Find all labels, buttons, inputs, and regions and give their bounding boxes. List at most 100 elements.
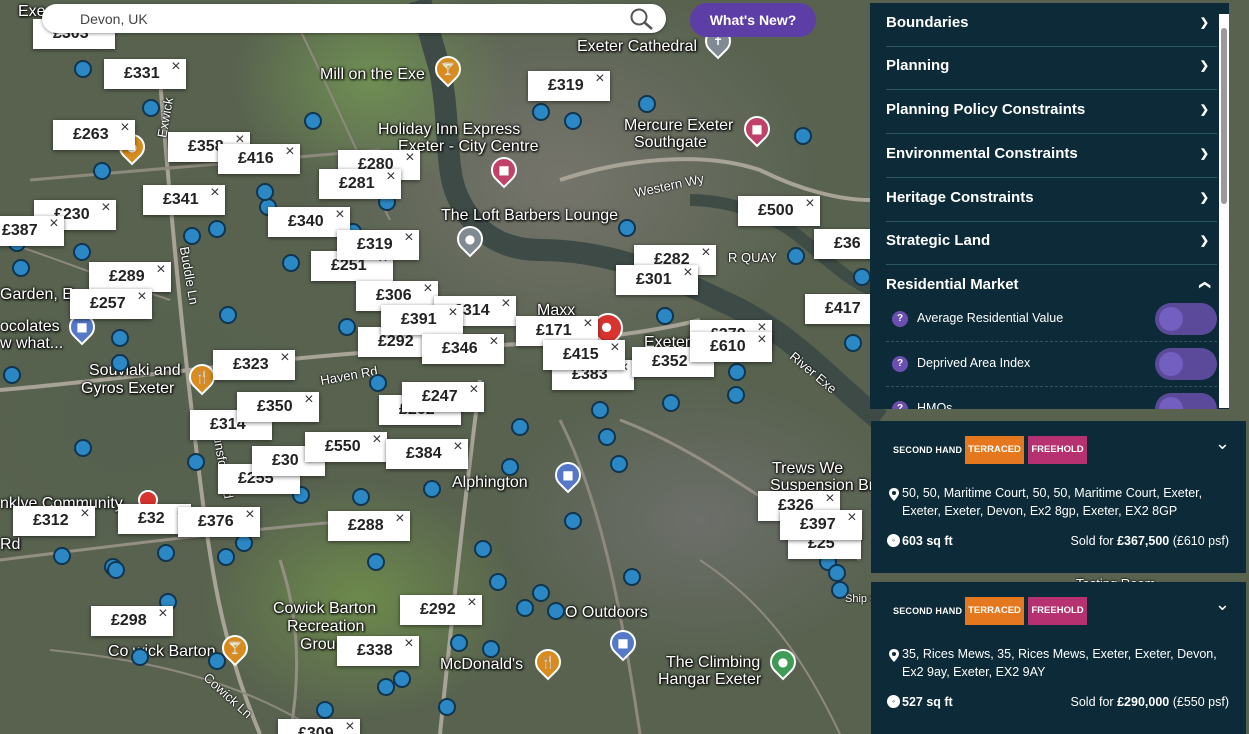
property-marker[interactable] [489, 573, 507, 591]
close-icon[interactable]: × [683, 258, 692, 288]
property-marker[interactable] [532, 103, 550, 121]
help-icon[interactable]: ? [892, 311, 908, 327]
property-marker[interactable] [794, 127, 812, 145]
price-label[interactable]: £415 × [543, 339, 625, 370]
property-marker[interactable] [3, 366, 21, 384]
close-icon[interactable]: × [280, 343, 289, 373]
property-marker[interactable] [482, 640, 500, 658]
close-icon[interactable]: × [210, 178, 219, 208]
price-label[interactable]: £387 × [0, 215, 64, 246]
property-marker[interactable] [369, 374, 387, 392]
close-icon[interactable]: × [49, 209, 58, 239]
property-marker[interactable] [618, 219, 636, 237]
price-label[interactable]: £319 × [337, 229, 419, 260]
layer-section-planning-policy[interactable]: Planning Policy Constraints ❯ [886, 90, 1217, 134]
close-icon[interactable]: × [158, 599, 167, 629]
layer-section-boundaries[interactable]: Boundaries ❯ [886, 3, 1217, 47]
property-marker[interactable] [208, 652, 226, 670]
price-label[interactable]: £331 × [104, 58, 186, 89]
property-marker[interactable] [12, 259, 30, 277]
property-marker[interactable] [217, 548, 235, 566]
property-marker[interactable] [107, 561, 125, 579]
property-card[interactable]: SECOND HAND TERRACED FREEHOLD ⌄ 35, Rice… [871, 582, 1246, 734]
price-label[interactable]: £397 × [780, 509, 862, 540]
property-marker[interactable] [187, 453, 205, 471]
layers-scrollbar-thumb[interactable] [1221, 28, 1227, 204]
property-marker[interactable] [111, 329, 129, 347]
close-icon[interactable]: × [448, 298, 457, 328]
help-icon[interactable]: ? [892, 401, 908, 409]
property-marker[interactable] [516, 599, 534, 617]
price-label[interactable]: £391 × [381, 304, 463, 335]
close-icon[interactable]: × [757, 325, 766, 355]
property-marker[interactable] [338, 318, 356, 336]
close-icon[interactable]: × [120, 113, 129, 143]
property-marker[interactable] [282, 254, 300, 272]
property-marker[interactable] [564, 512, 582, 530]
property-marker[interactable] [93, 162, 111, 180]
property-marker[interactable] [853, 268, 871, 286]
property-marker[interactable] [111, 354, 129, 372]
price-label[interactable]: £263 × [53, 119, 135, 150]
property-marker[interactable] [131, 648, 149, 666]
close-icon[interactable]: × [610, 333, 619, 363]
property-marker[interactable] [73, 243, 91, 261]
property-marker[interactable] [256, 183, 274, 201]
average-residential-value-toggle[interactable] [1155, 303, 1217, 335]
price-label[interactable]: £281 × [319, 168, 401, 199]
price-label[interactable]: £319 × [528, 70, 610, 101]
property-marker[interactable] [393, 670, 411, 688]
property-marker[interactable] [547, 602, 565, 620]
price-label[interactable]: £289 × [89, 261, 171, 292]
close-icon[interactable]: × [467, 588, 476, 618]
price-label[interactable]: £341 × [143, 184, 225, 215]
price-label[interactable]: £338 × [337, 635, 419, 666]
close-icon[interactable]: × [805, 189, 814, 219]
price-label[interactable]: £247 × [402, 381, 484, 412]
property-marker[interactable] [142, 99, 160, 117]
price-label[interactable]: £309 × [278, 718, 360, 734]
close-icon[interactable]: × [469, 375, 478, 405]
property-marker[interactable] [501, 458, 519, 476]
close-icon[interactable]: × [345, 712, 354, 734]
property-marker[interactable] [787, 247, 805, 265]
property-card[interactable]: SECOND HAND TERRACED FREEHOLD ⌄ 50, 50, … [871, 421, 1246, 573]
property-marker[interactable] [74, 439, 92, 457]
help-icon[interactable]: ? [892, 356, 908, 372]
price-label[interactable]: £550 × [305, 431, 387, 462]
close-icon[interactable]: × [701, 238, 710, 268]
property-marker[interactable] [423, 480, 441, 498]
hmos-toggle[interactable] [1155, 393, 1217, 409]
property-marker[interactable] [532, 584, 550, 602]
property-marker[interactable] [564, 112, 582, 130]
layer-section-planning[interactable]: Planning ❯ [886, 46, 1217, 90]
price-label[interactable]: £298 × [91, 605, 173, 636]
close-icon[interactable]: × [245, 500, 254, 530]
close-icon[interactable]: × [304, 385, 313, 415]
property-marker[interactable] [157, 544, 175, 562]
layer-section-environmental[interactable]: Environmental Constraints ❯ [886, 134, 1217, 178]
price-label[interactable]: £346 × [422, 333, 504, 364]
property-marker[interactable] [450, 634, 468, 652]
property-marker[interactable] [511, 418, 529, 436]
property-marker[interactable] [219, 306, 237, 324]
property-marker[interactable] [598, 428, 616, 446]
chevron-down-icon[interactable]: ⌄ [1215, 594, 1230, 615]
property-marker[interactable] [438, 698, 456, 716]
price-label[interactable]: £610 × [690, 331, 772, 362]
property-marker[interactable] [474, 540, 492, 558]
property-marker[interactable] [728, 363, 746, 381]
deprived-area-index-toggle[interactable] [1155, 348, 1217, 380]
close-icon[interactable]: × [285, 137, 294, 167]
close-icon[interactable]: × [595, 64, 604, 94]
close-icon[interactable]: × [583, 309, 592, 339]
layer-section-strategic-land[interactable]: Strategic Land ❯ [886, 221, 1217, 265]
close-icon[interactable]: × [101, 193, 110, 223]
close-icon[interactable]: × [404, 629, 413, 659]
property-marker[interactable] [352, 488, 370, 506]
property-marker[interactable] [316, 701, 334, 719]
close-icon[interactable]: × [501, 289, 510, 319]
price-label[interactable]: £376 × [178, 506, 260, 537]
price-label[interactable]: £500 × [738, 195, 820, 226]
property-marker[interactable] [828, 564, 846, 582]
